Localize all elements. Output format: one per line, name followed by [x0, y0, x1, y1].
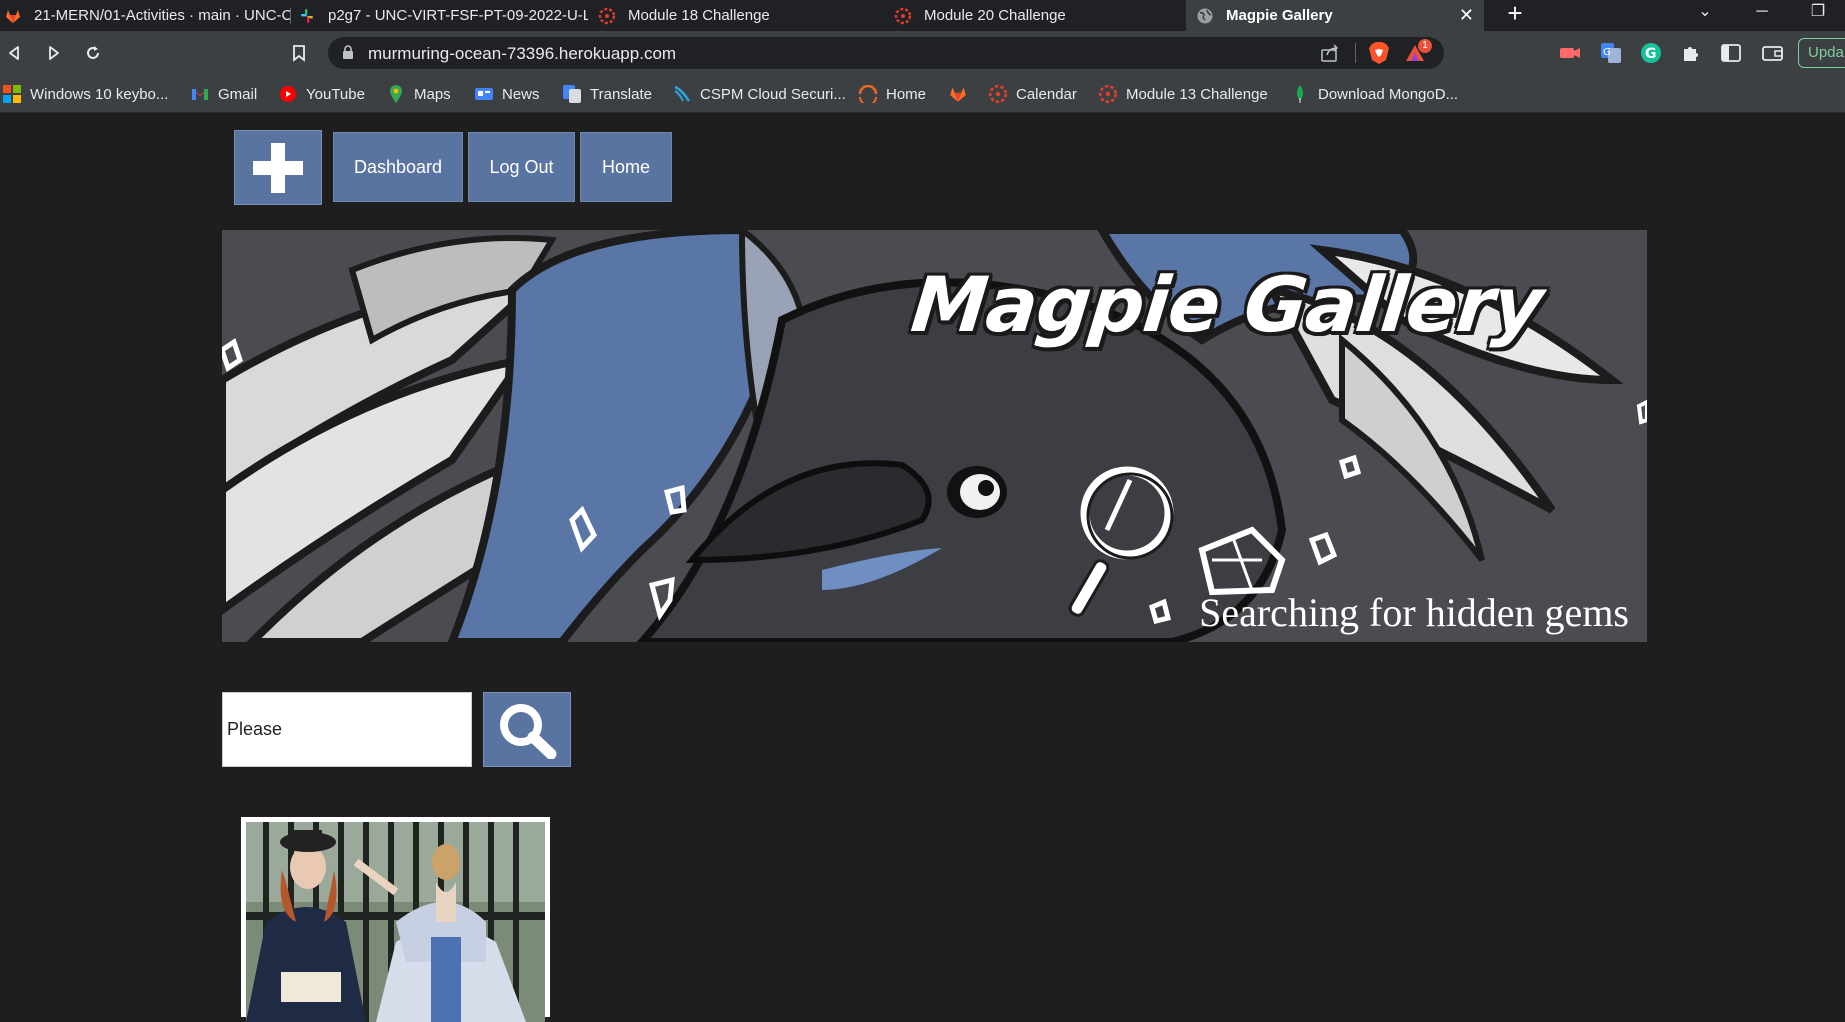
- bookmark-label: Gmail: [218, 85, 258, 103]
- bookmark-label: Download MongoD...: [1318, 85, 1459, 103]
- home-arc-icon: [858, 84, 878, 104]
- tab-module-20[interactable]: Module 20 Challenge: [894, 0, 1184, 31]
- bookmark-home[interactable]: Home: [858, 84, 926, 104]
- lock-icon: [342, 45, 354, 65]
- back-icon[interactable]: [2, 40, 28, 66]
- mongodb-icon: [1290, 84, 1310, 104]
- artwork-thumbnail[interactable]: [246, 822, 545, 1022]
- cspm-icon: [672, 84, 692, 104]
- bookmark-label: Module 13 Challenge: [1126, 85, 1268, 103]
- tab-p2g7[interactable]: p2g7 - UNC-VIRT-FSF-PT-09-2022-U-L: [298, 0, 588, 31]
- canvas-icon: [1098, 84, 1118, 104]
- gmail-icon: [190, 84, 210, 104]
- home-button[interactable]: Home: [580, 132, 672, 202]
- bookmark-news[interactable]: News: [474, 84, 540, 104]
- bookmark-label: Calendar: [1016, 85, 1077, 103]
- maps-icon: [386, 84, 406, 104]
- omnibox-divider: [1355, 43, 1356, 63]
- slack-icon: [298, 7, 316, 25]
- bookmark-gitlab[interactable]: [948, 84, 976, 104]
- bookmark-label: Maps: [414, 85, 451, 103]
- share-icon[interactable]: [1320, 43, 1340, 68]
- svg-text:G: G: [1645, 46, 1657, 62]
- hero-banner: Magpie Gallery Searching for hidden gems: [222, 230, 1647, 642]
- wallet-icon[interactable]: [1762, 42, 1784, 64]
- canvas-icon: [598, 7, 616, 25]
- brave-rewards-icon[interactable]: 1: [1404, 39, 1432, 70]
- bookmark-cspm[interactable]: CSPM Cloud Securi...: [672, 84, 846, 104]
- gitlab-icon: [4, 7, 22, 25]
- dashboard-button[interactable]: Dashboard: [333, 132, 463, 202]
- svg-text:G: G: [1603, 47, 1611, 58]
- bookmark-icon[interactable]: [286, 40, 312, 66]
- tab-search-chevron-icon[interactable]: ⌄: [1685, 0, 1725, 31]
- globe-icon: [1196, 7, 1214, 25]
- extensions-puzzle-icon[interactable]: [1680, 42, 1702, 64]
- search-input[interactable]: [222, 692, 472, 767]
- bookmark-label: Home: [886, 85, 927, 103]
- minimize-icon[interactable]: ─: [1742, 0, 1782, 31]
- translate-icon: [562, 84, 582, 104]
- bookmarks-bar: Windows 10 keybo... Gmail YouTube Maps N…: [0, 75, 1845, 113]
- address-bar[interactable]: murmuring-ocean-73396.herokuapp.com 1: [328, 37, 1444, 69]
- tab-title: Magpie Gallery: [1226, 7, 1333, 24]
- artwork-image: [246, 822, 545, 1022]
- tab-title: p2g7 - UNC-VIRT-FSF-PT-09-2022-U-L: [328, 7, 588, 24]
- bookmark-windows-10[interactable]: Windows 10 keybo...: [2, 84, 168, 104]
- update-button[interactable]: Upda: [1798, 38, 1845, 68]
- plus-icon: [253, 142, 303, 193]
- brave-shields-icon[interactable]: [1368, 41, 1390, 70]
- bookmark-label: CSPM Cloud Securi...: [700, 85, 846, 103]
- tab-21-mern[interactable]: 21-MERN/01-Activities · main · UNC-C: [0, 0, 290, 31]
- forward-icon[interactable]: [40, 40, 66, 66]
- bookmark-maps[interactable]: Maps: [386, 84, 451, 104]
- search-button[interactable]: [483, 692, 571, 767]
- url-text: murmuring-ocean-73396.herokuapp.com: [368, 44, 677, 63]
- browser-toolbar: murmuring-ocean-73396.herokuapp.com 1 G …: [0, 31, 1845, 75]
- bookmark-label: Windows 10 keybo...: [30, 85, 169, 103]
- bookmark-label: YouTube: [306, 85, 365, 103]
- canvas-icon: [894, 7, 912, 25]
- bookmark-module-13[interactable]: Module 13 Challenge: [1098, 84, 1268, 104]
- banner-tagline: Searching for hidden gems: [1199, 590, 1629, 635]
- tab-separator: [290, 8, 291, 24]
- grammarly-icon[interactable]: G: [1640, 42, 1662, 64]
- google-translate-extension-icon[interactable]: G: [1600, 42, 1622, 64]
- tab-title: 21-MERN/01-Activities · main · UNC-C: [34, 7, 290, 24]
- sidebar-icon[interactable]: [1720, 42, 1742, 64]
- tab-title: Module 20 Challenge: [924, 7, 1066, 24]
- bookmark-calendar[interactable]: Calendar: [988, 84, 1077, 104]
- bookmark-label: Translate: [590, 85, 652, 103]
- screen-record-extension-icon[interactable]: [1559, 42, 1581, 64]
- bookmark-label: News: [502, 85, 540, 103]
- gallery-card[interactable]: [241, 817, 550, 1022]
- bookmark-youtube[interactable]: YouTube: [278, 84, 365, 104]
- bookmark-gmail[interactable]: Gmail: [190, 84, 257, 104]
- tab-module-18[interactable]: Module 18 Challenge: [598, 0, 888, 31]
- search-icon: [500, 703, 557, 759]
- windows-icon: [2, 84, 22, 104]
- youtube-icon: [278, 84, 298, 104]
- new-tab-button[interactable]: +: [1500, 0, 1530, 31]
- logout-button[interactable]: Log Out: [468, 132, 575, 202]
- restore-icon[interactable]: ❐: [1798, 0, 1838, 31]
- rewards-badge: 1: [1418, 39, 1432, 53]
- add-button[interactable]: [234, 130, 322, 205]
- bookmark-mongodb[interactable]: Download MongoD...: [1290, 84, 1458, 104]
- canvas-icon: [988, 84, 1008, 104]
- tab-title: Module 18 Challenge: [628, 7, 770, 24]
- gitlab-icon: [948, 84, 968, 104]
- browser-tab-strip: 21-MERN/01-Activities · main · UNC-C p2g…: [0, 0, 1845, 31]
- banner-title: Magpie Gallery: [907, 260, 1547, 349]
- page-viewport: Dashboard Log Out Home Magpie Gallery Se…: [0, 113, 1845, 1022]
- tab-magpie-gallery[interactable]: Magpie Gallery ✕: [1186, 0, 1484, 31]
- reload-icon[interactable]: [80, 40, 106, 66]
- close-tab-icon[interactable]: ✕: [1459, 5, 1474, 26]
- bookmark-translate[interactable]: Translate: [562, 84, 652, 104]
- news-icon: [474, 84, 494, 104]
